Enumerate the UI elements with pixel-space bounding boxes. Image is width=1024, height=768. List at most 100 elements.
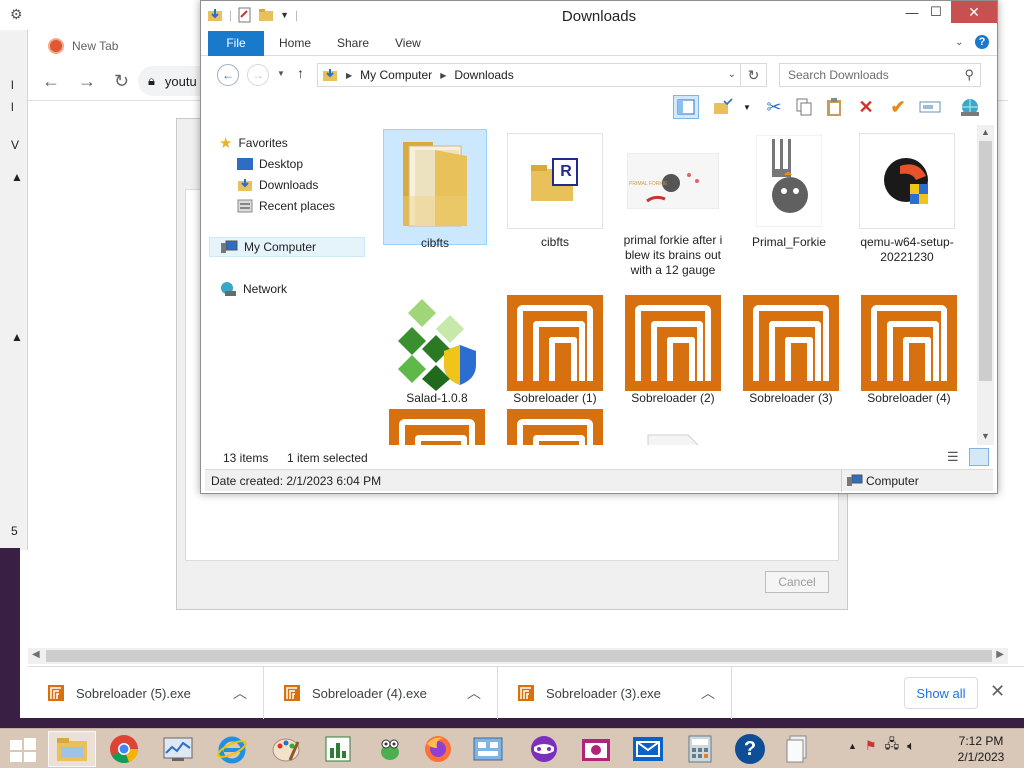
file-item[interactable]: PRIMAL FORKIE primal forkie after i blew…: [621, 129, 725, 278]
browser-tab-new-tab[interactable]: New Tab: [36, 30, 226, 62]
file-item[interactable]: R cibfts: [503, 129, 607, 250]
help-icon[interactable]: ?: [975, 35, 989, 49]
taskbar-mail[interactable]: [624, 731, 672, 767]
chevron-up-icon[interactable]: ︿: [233, 683, 247, 703]
preview-pane-button[interactable]: [673, 95, 699, 119]
download-item[interactable]: Sobreloader (4).exe ︿: [264, 667, 498, 719]
reload-icon[interactable]: ↻: [114, 71, 129, 92]
file-item[interactable]: Sobreloader (4): [857, 291, 961, 406]
breadcrumb-my-computer[interactable]: My Computer: [360, 68, 432, 82]
back-button[interactable]: ←: [217, 64, 239, 86]
delete-icon[interactable]: ✕: [853, 95, 879, 119]
view-options-dropdown-icon[interactable]: ▼: [743, 103, 751, 112]
nav-my-computer[interactable]: My Computer: [209, 237, 365, 257]
action-center-flag-icon[interactable]: ⚑: [865, 738, 877, 754]
scroll-thumb[interactable]: [46, 650, 992, 662]
taskbar-calculator[interactable]: [676, 731, 724, 767]
nav-downloads[interactable]: Downloads: [237, 175, 393, 195]
vertical-scrollbar[interactable]: ▲ ▼: [977, 125, 994, 445]
file-item[interactable]: qemu-w64-setup-20221230: [855, 129, 959, 265]
scroll-thumb[interactable]: [979, 141, 992, 381]
file-item[interactable]: Sobreloader (2): [621, 291, 725, 406]
view-options-button[interactable]: [711, 95, 737, 119]
details-divider: [841, 470, 842, 492]
file-item[interactable]: Salad-1.0.8: [385, 291, 489, 406]
breadcrumb-downloads[interactable]: Downloads: [454, 68, 513, 82]
scroll-left-icon[interactable]: ◀: [32, 649, 40, 660]
file-item[interactable]: Primal_Forkie: [737, 129, 841, 250]
tray-expand-icon[interactable]: ▲: [848, 741, 857, 751]
tab-home[interactable]: Home: [265, 31, 325, 56]
volume-icon[interactable]: 🔈︎: [907, 738, 915, 754]
ribbon-expand-icon[interactable]: ⌄: [955, 37, 963, 48]
taskbar-internet-explorer[interactable]: [208, 731, 256, 767]
file-item[interactable]: [503, 405, 607, 445]
cut-icon[interactable]: ✂: [761, 95, 787, 119]
camera-icon: [582, 739, 610, 761]
cancel-button[interactable]: Cancel: [765, 571, 829, 593]
rename-button[interactable]: [917, 95, 943, 119]
nav-network[interactable]: Network: [219, 279, 375, 299]
scroll-down-icon[interactable]: ▼: [981, 431, 990, 441]
scroll-up-icon[interactable]: ▲: [981, 127, 990, 137]
up-arrow-icon[interactable]: ↑: [297, 65, 304, 81]
download-item[interactable]: Sobreloader (5).exe ︿: [28, 667, 264, 719]
tab-view[interactable]: View: [381, 31, 435, 56]
forward-button[interactable]: →: [247, 64, 269, 86]
tab-file[interactable]: File: [208, 31, 264, 56]
file-item[interactable]: Sobreloader (1): [503, 291, 607, 406]
taskbar-chart-app[interactable]: [314, 731, 362, 767]
large-icons-view-icon[interactable]: [969, 448, 989, 466]
scroll-right-icon[interactable]: ▶: [996, 649, 1004, 660]
sobreloader-icon: [861, 295, 957, 391]
network-globe-button[interactable]: [957, 95, 983, 119]
file-item[interactable]: [621, 405, 725, 445]
network-tray-icon[interactable]: 🖧︎: [885, 735, 900, 757]
start-button[interactable]: [8, 737, 38, 763]
search-icon[interactable]: ⚲: [964, 67, 974, 83]
taskbar-chrome[interactable]: [100, 731, 148, 767]
system-clock[interactable]: 7:12 PM 2/1/2023: [950, 733, 1012, 765]
nav-desktop[interactable]: Desktop: [237, 154, 393, 174]
desktop-icon: [237, 158, 253, 170]
maximize-button[interactable]: ☐: [921, 1, 951, 23]
chevron-up-icon[interactable]: ︿: [467, 683, 481, 703]
paste-button[interactable]: [821, 95, 847, 119]
forward-arrow-icon[interactable]: →: [78, 71, 96, 92]
file-item[interactable]: Sobreloader (3): [739, 291, 843, 406]
taskbar-firefox[interactable]: [414, 731, 462, 767]
taskbar-recycle-app[interactable]: [774, 731, 822, 767]
taskbar-bug-app[interactable]: [366, 731, 414, 767]
address-bar[interactable]: ▶ My Computer ▶ Downloads ⌄: [317, 63, 741, 87]
search-input[interactable]: Search Downloads ⚲: [779, 63, 981, 87]
taskbar-performance-monitor[interactable]: [154, 731, 202, 767]
back-arrow-icon[interactable]: ←: [42, 71, 60, 92]
details-view-icon[interactable]: ☰: [947, 449, 959, 465]
nav-favorites[interactable]: ★ Favorites: [219, 133, 375, 153]
taskbar-explorer[interactable]: [48, 731, 96, 767]
tab-share[interactable]: Share: [323, 31, 383, 56]
nav-recent-places[interactable]: Recent places: [237, 196, 393, 216]
breadcrumb-separator-icon[interactable]: ▶: [440, 71, 446, 80]
explorer-titlebar[interactable]: | ▼ | Downloads — ☐ ✕: [201, 1, 997, 31]
taskbar-tor-browser[interactable]: [520, 731, 568, 767]
close-shelf-icon[interactable]: ✕: [990, 681, 1005, 702]
horizontal-scrollbar[interactable]: ◀ ▶: [28, 648, 1008, 664]
check-icon[interactable]: ✔: [885, 95, 911, 119]
taskbar-control-panel[interactable]: [464, 731, 512, 767]
copy-button[interactable]: [791, 95, 817, 119]
close-button[interactable]: ✕: [951, 1, 997, 23]
file-item[interactable]: [385, 405, 489, 445]
recent-locations-icon[interactable]: ▼: [277, 69, 285, 78]
taskbar-camera-app[interactable]: [572, 731, 620, 767]
address-dropdown-icon[interactable]: ⌄: [728, 69, 736, 80]
breadcrumb-separator-icon[interactable]: ▶: [346, 71, 352, 80]
file-item[interactable]: cibfts: [383, 129, 487, 250]
chevron-up-icon[interactable]: ︿: [701, 683, 715, 703]
download-item[interactable]: Sobreloader (3).exe ︿: [498, 667, 732, 719]
paint-palette-icon: [272, 738, 300, 762]
taskbar-paint[interactable]: [262, 731, 310, 767]
taskbar-help[interactable]: ?: [726, 731, 774, 767]
show-all-button[interactable]: Show all: [904, 677, 978, 709]
refresh-button[interactable]: ↻: [741, 63, 767, 87]
